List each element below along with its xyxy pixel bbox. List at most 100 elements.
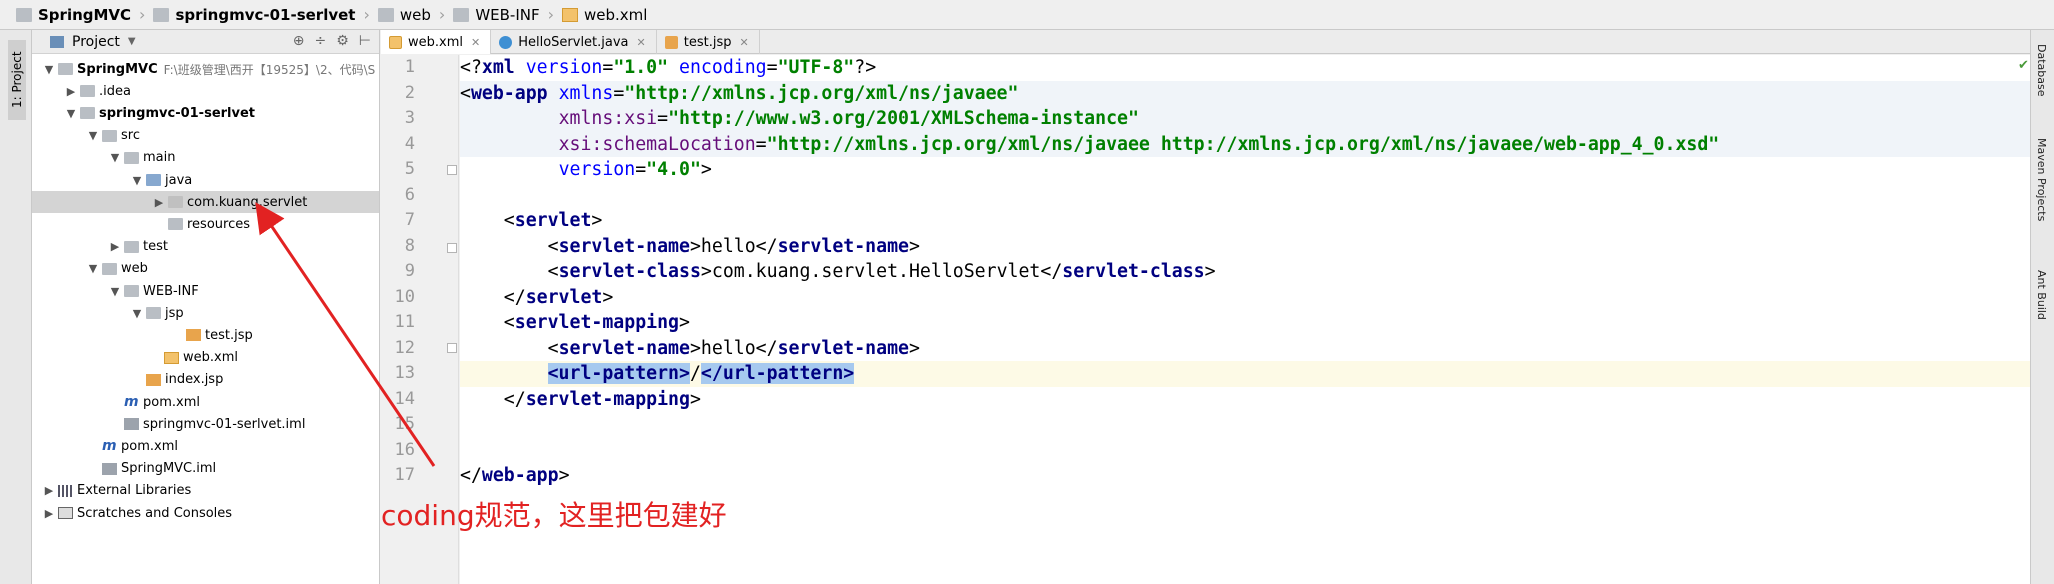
code-line: <servlet-name>hello</servlet-name> xyxy=(460,337,920,359)
jsp-file-icon xyxy=(664,35,678,49)
tree-item[interactable]: ▼ WEB-INF xyxy=(32,280,379,302)
right-tool-strip: Database Maven Projects Ant Build xyxy=(2030,30,2054,584)
library-icon xyxy=(58,484,73,497)
tree-item[interactable]: ▶ External Libraries xyxy=(32,480,379,502)
line-number: 2 xyxy=(404,82,415,103)
folder-icon xyxy=(58,63,73,75)
tree-item[interactable]: ▼ web xyxy=(32,258,379,280)
code-line: <servlet-mapping> xyxy=(460,312,690,333)
chevron-down-icon[interactable]: ▼ xyxy=(130,307,144,320)
tree-item[interactable]: ▼ java xyxy=(32,169,379,191)
folder-icon xyxy=(453,7,470,22)
project-panel: Project ▼ ⊕ ÷ ⚙ ⊢ ▼ SpringMVC F:\班级管理\西开【1… xyxy=(32,30,380,584)
editor-tab-bar: web.xml ✕ HelloServlet.java ✕ test.jsp ✕ xyxy=(381,30,2030,54)
tree-item[interactable]: SpringMVC.iml xyxy=(32,458,379,480)
fold-marker-icon[interactable] xyxy=(447,343,457,353)
line-number: 1 xyxy=(404,57,415,77)
chevron-right-icon[interactable]: ▶ xyxy=(42,507,56,520)
project-view-selector[interactable]: Project xyxy=(72,34,120,50)
line-number: 16 xyxy=(394,439,415,460)
tree-item-label: index.jsp xyxy=(165,372,224,388)
tree-item-label: test.jsp xyxy=(205,327,253,343)
fold-marker-icon[interactable] xyxy=(447,165,457,175)
chevron-right-icon[interactable]: ▶ xyxy=(108,240,122,253)
tree-item[interactable]: web.xml xyxy=(32,347,379,369)
chevron-right-icon[interactable]: ▶ xyxy=(152,196,166,209)
chevron-down-icon[interactable]: ▼ xyxy=(108,285,122,298)
chevron-right-icon[interactable]: ▶ xyxy=(64,85,78,98)
line-number: 10 xyxy=(394,286,415,307)
tree-item[interactable]: springmvc-01-serlvet.iml xyxy=(32,413,379,435)
tree-item[interactable]: test.jsp xyxy=(32,324,379,346)
fold-marker-icon[interactable] xyxy=(447,243,457,253)
tree-item-label: src xyxy=(121,128,140,144)
tree-item[interactable]: ▶ Scratches and Consoles xyxy=(32,502,379,524)
tree-item[interactable]: index.jsp xyxy=(32,369,379,391)
tab-hello-servlet[interactable]: HelloServlet.java ✕ xyxy=(491,30,657,54)
line-number: 17 xyxy=(394,465,415,485)
tree-item[interactable]: ▼ jsp xyxy=(32,302,379,324)
breadcrumb-item[interactable]: web.xml xyxy=(562,0,647,30)
tree-item[interactable]: ▶ .idea xyxy=(32,80,379,102)
xml-file-icon xyxy=(562,7,579,22)
chevron-down-icon[interactable]: ▼ xyxy=(64,107,78,120)
folder-icon xyxy=(168,218,183,231)
tree-item[interactable]: ▼ SpringMVC F:\班级管理\西开【19525】\2、代码\S xyxy=(32,58,379,80)
line-number: 14 xyxy=(394,388,415,409)
tree-item[interactable]: m pom.xml xyxy=(32,435,379,457)
collapse-icon[interactable]: ÷ xyxy=(315,33,327,49)
code-line: </servlet-mapping> xyxy=(460,388,701,410)
folder-icon xyxy=(146,307,161,320)
gear-icon[interactable]: ⚙ xyxy=(336,33,349,49)
code-line: <web-app xmlns="http://xmlns.jcp.org/xml… xyxy=(460,80,2030,106)
breadcrumb-item[interactable]: web › xyxy=(377,0,453,30)
chevron-down-icon[interactable]: ▼ xyxy=(86,129,100,142)
line-number: 13 xyxy=(394,363,415,383)
folder-icon xyxy=(16,7,32,22)
locate-icon[interactable]: ⊕ xyxy=(293,33,305,49)
chevron-right-icon[interactable]: ▶ xyxy=(42,484,56,497)
tree-item-label: com.kuang.servlet xyxy=(187,194,308,210)
line-number: 4 xyxy=(404,133,415,154)
breadcrumb-item[interactable]: SpringMVC › xyxy=(16,0,153,30)
breadcrumb-item[interactable]: WEB-INF › xyxy=(453,0,562,30)
line-number: 11 xyxy=(394,312,415,332)
tree-item[interactable]: ▼ src xyxy=(32,125,379,147)
hide-icon[interactable]: ⊢ xyxy=(359,33,371,49)
tree-item[interactable]: ▶ com.kuang.servlet xyxy=(32,191,379,214)
chevron-down-icon[interactable]: ▼ xyxy=(128,36,136,47)
tree-item[interactable]: resources xyxy=(32,213,379,235)
tab-test-jsp[interactable]: test.jsp ✕ xyxy=(657,30,760,54)
folder-icon xyxy=(102,262,117,275)
database-tool-tab[interactable]: Database xyxy=(2035,44,2048,97)
tree-item[interactable]: ▼ springmvc-01-serlvet xyxy=(32,102,379,124)
folder-icon xyxy=(102,129,117,142)
tree-item[interactable]: m pom.xml xyxy=(32,391,379,413)
tree-item-label: springmvc-01-serlvet xyxy=(99,105,256,121)
chevron-down-icon[interactable]: ▼ xyxy=(108,151,122,164)
close-icon[interactable]: ✕ xyxy=(637,36,646,49)
code-line-current: <url-pattern>/</url-pattern> xyxy=(460,361,2030,387)
chevron-down-icon[interactable]: ▼ xyxy=(86,262,100,275)
tab-web-xml[interactable]: web.xml ✕ xyxy=(381,30,492,54)
annotation-text: coding规范，这里把包建好 xyxy=(381,499,727,532)
breadcrumb: SpringMVC › springmvc-01-serlvet › web ›… xyxy=(0,0,2054,30)
close-icon[interactable]: ✕ xyxy=(739,36,748,49)
close-icon[interactable]: ✕ xyxy=(471,36,480,49)
chevron-down-icon[interactable]: ▼ xyxy=(42,63,56,76)
jsp-file-icon xyxy=(186,329,201,342)
tree-item-label: web xyxy=(121,261,148,277)
ant-build-tool-tab[interactable]: Ant Build xyxy=(2035,270,2048,320)
project-panel-header: Project ▼ ⊕ ÷ ⚙ ⊢ xyxy=(32,30,379,54)
tree-item[interactable]: ▶ test xyxy=(32,236,379,258)
project-tool-tab[interactable]: 1: Project xyxy=(8,40,26,120)
folder-icon xyxy=(80,85,95,98)
tree-item-label: SpringMVC.iml xyxy=(121,461,217,477)
tree-item[interactable]: ▼ main xyxy=(32,147,379,169)
chevron-down-icon[interactable]: ▼ xyxy=(130,174,144,187)
maven-projects-tool-tab[interactable]: Maven Projects xyxy=(2035,138,2048,221)
breadcrumb-item[interactable]: springmvc-01-serlvet › xyxy=(153,0,377,30)
line-number: 3 xyxy=(404,108,415,128)
